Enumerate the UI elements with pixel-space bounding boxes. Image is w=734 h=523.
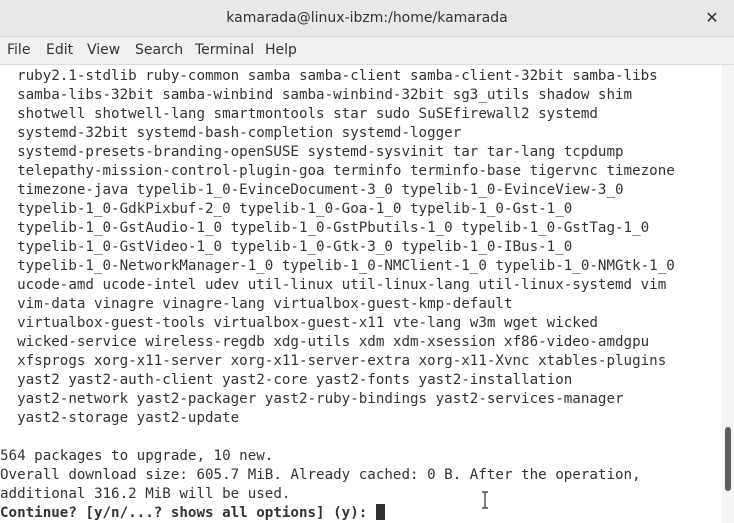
title-bar[interactable]: kamarada@linux-ibzm:/home/kamarada ✕ <box>0 0 734 37</box>
download-summary: Overall download size: 605.7 MiB. Alread… <box>0 467 641 483</box>
continue-prompt-line[interactable]: Continue? [y/n/...? shows all options] (… <box>0 504 385 523</box>
terminal-line: virtualbox-guest-tools virtualbox-guest-… <box>0 315 598 331</box>
window-title: kamarada@linux-ibzm:/home/kamarada <box>226 10 508 26</box>
terminal-line: ucode-amd ucode-intel udev util-linux ut… <box>0 277 667 293</box>
menu-edit[interactable]: Edit <box>46 37 73 64</box>
close-icon[interactable]: ✕ <box>700 6 724 30</box>
menu-help[interactable]: Help <box>265 37 297 64</box>
terminal-line: shotwell shotwell-lang smartmontools sta… <box>0 106 598 122</box>
menu-search[interactable]: Search <box>135 37 183 64</box>
terminal-line: wicked-service wireless-regdb xdg-utils … <box>0 334 650 350</box>
vertical-scrollbar[interactable] <box>722 65 734 523</box>
terminal-output[interactable]: ruby2.1-stdlib ruby-common samba samba-c… <box>0 65 722 523</box>
terminal-line: typelib-1_0-GdkPixbuf-2_0 typelib-1_0-Go… <box>0 201 573 217</box>
menu-bar: File Edit View Search Terminal Help <box>0 37 734 65</box>
menu-file[interactable]: File <box>7 37 30 64</box>
terminal-line: ruby2.1-stdlib ruby-common samba samba-c… <box>0 68 658 84</box>
terminal-line: yast2-storage yast2-update <box>0 410 240 426</box>
upgrade-summary: 564 packages to upgrade, 10 new. <box>0 448 274 464</box>
scrollbar-thumb[interactable] <box>725 426 731 491</box>
terminal-line: yast2 yast2-auth-client yast2-core yast2… <box>0 372 573 388</box>
terminal-line: typelib-1_0-NetworkManager-1_0 typelib-1… <box>0 258 675 274</box>
terminal-line: systemd-presets-branding-openSUSE system… <box>0 144 624 160</box>
terminal-line: typelib-1_0-GstAudio-1_0 typelib-1_0-Gst… <box>0 220 650 236</box>
ibeam-cursor-icon <box>482 491 488 509</box>
terminal-line: typelib-1_0-GstVideo-1_0 typelib-1_0-Gtk… <box>0 239 573 255</box>
menu-view[interactable]: View <box>87 37 120 64</box>
download-summary-cont: additional 316.2 MiB will be used. <box>0 486 291 502</box>
menu-terminal[interactable]: Terminal <box>195 37 254 64</box>
terminal-line: systemd-32bit systemd-bash-completion sy… <box>0 125 462 141</box>
terminal-line: vim-data vinagre vinagre-lang virtualbox… <box>0 296 513 312</box>
continue-prompt: Continue? [y/n/...? shows all options] (… <box>0 505 376 521</box>
terminal-line: samba-libs-32bit samba-winbind samba-win… <box>0 87 633 103</box>
terminal-line: telepathy-mission-control-plugin-goa ter… <box>0 163 675 179</box>
terminal-line: xfsprogs xorg-x11-server xorg-x11-server… <box>0 353 667 369</box>
terminal-line: timezone-java typelib-1_0-EvinceDocument… <box>0 182 624 198</box>
terminal-line: yast2-network yast2-packager yast2-ruby-… <box>0 391 624 407</box>
text-cursor <box>375 504 385 520</box>
